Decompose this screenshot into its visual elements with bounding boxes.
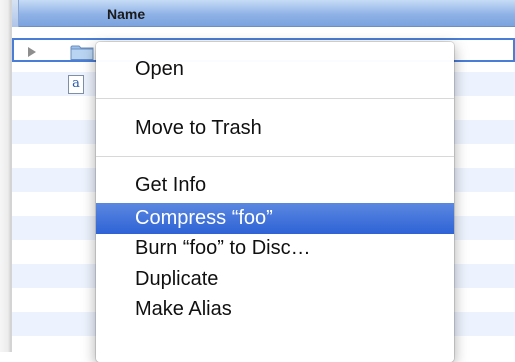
menu-item-make-alias[interactable]: Make Alias [96, 294, 454, 324]
menu-item-open[interactable]: Open [96, 54, 454, 84]
text-document-icon: a [68, 75, 84, 94]
folder-icon [70, 45, 94, 60]
menu-separator [96, 156, 454, 157]
menu-separator [96, 98, 454, 99]
menu-item-burn-to-disc[interactable]: Burn “foo” to Disc… [96, 233, 454, 263]
menu-item-get-info[interactable]: Get Info [96, 170, 454, 200]
name-column-header[interactable]: Name [107, 6, 145, 22]
context-menu: Open Move to Trash Get Info Compress “fo… [96, 42, 454, 362]
window-left-edge [0, 0, 12, 352]
menu-item-move-to-trash[interactable]: Move to Trash [96, 113, 454, 143]
finder-window: Name a Open Move to Trash Get Info Compr… [0, 0, 515, 362]
menu-item-duplicate[interactable]: Duplicate [96, 264, 454, 294]
menu-item-compress[interactable]: Compress “foo” [96, 203, 454, 234]
header-left-cap [12, 0, 19, 27]
disclosure-triangle-icon[interactable] [28, 47, 36, 57]
column-header-bar: Name [12, 0, 515, 27]
